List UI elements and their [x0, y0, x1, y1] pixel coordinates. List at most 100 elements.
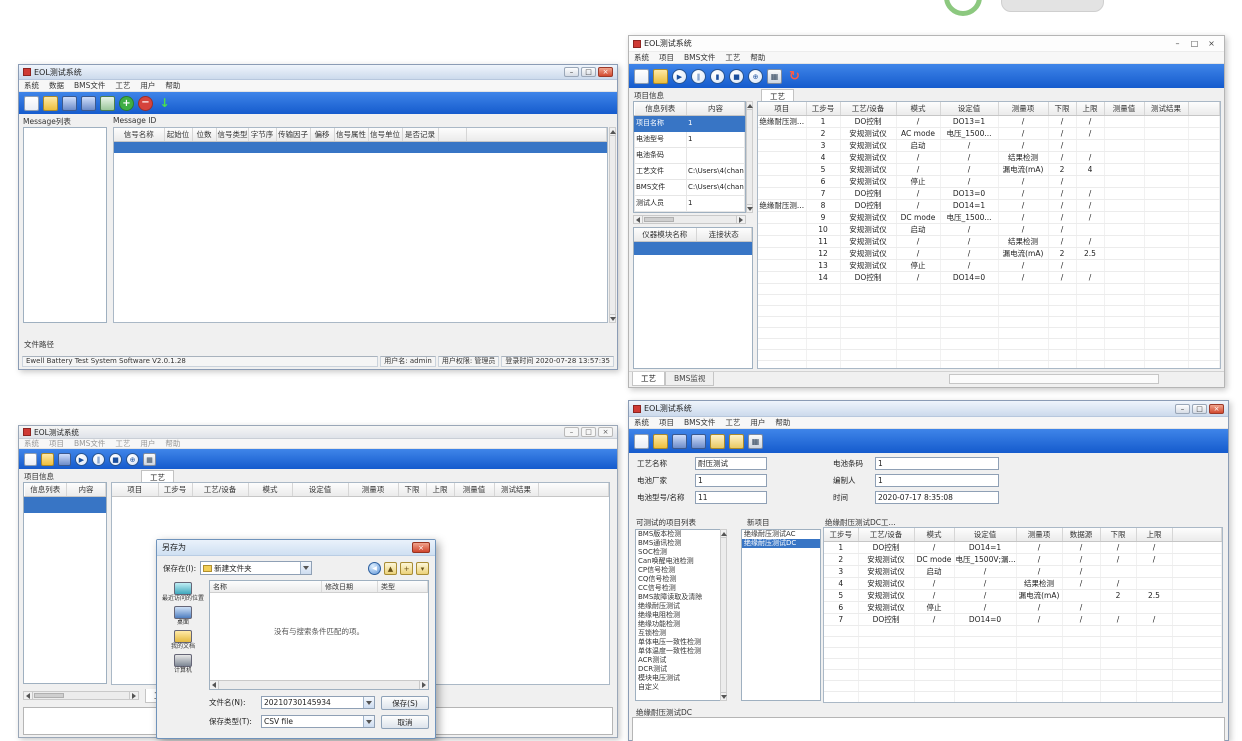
- table-row[interactable]: 5安规测试仪//漏电流(mA)22.5: [824, 589, 1222, 601]
- new-file-icon[interactable]: [634, 69, 649, 84]
- minimize-button[interactable]: –: [564, 67, 579, 77]
- single-step-icon[interactable]: ▮: [710, 69, 725, 84]
- table-row[interactable]: 项目名称1: [635, 115, 745, 131]
- dropdown-arrow-icon[interactable]: [363, 697, 374, 708]
- open-file-icon[interactable]: [653, 69, 668, 84]
- download-icon[interactable]: ↓: [157, 96, 172, 111]
- test-item[interactable]: 单体温度一致性检测: [636, 647, 726, 656]
- table-row[interactable]: 绝缘耐压测...8DO控制/DO14=1///: [758, 199, 1220, 211]
- test-item[interactable]: CP信号检测: [636, 566, 726, 575]
- menu-item[interactable]: 数据: [44, 80, 69, 91]
- titlebar[interactable]: EOL测试系统 – □ ×: [19, 65, 617, 80]
- test-item[interactable]: ACR测试: [636, 656, 726, 665]
- open-file-icon[interactable]: [41, 453, 54, 466]
- table-row[interactable]: 工艺文件C:\Users\4(changjiang)\Desktop...: [635, 163, 745, 179]
- table-row[interactable]: [25, 496, 106, 512]
- author-input[interactable]: 1: [875, 474, 999, 487]
- table-row[interactable]: 3安规测试仪启动///: [758, 139, 1220, 151]
- table-row[interactable]: BMS文件C:\Users\4(changjiang)\Desktop...: [635, 179, 745, 195]
- menu-item[interactable]: BMS文件: [679, 52, 720, 63]
- titlebar[interactable]: EOL测试系统 – □ ×: [629, 36, 1224, 52]
- test-item[interactable]: BMS故障读取及清除: [636, 593, 726, 602]
- battery-maker-input[interactable]: 1: [695, 474, 767, 487]
- up-folder-icon[interactable]: ▲: [384, 562, 397, 575]
- menu-item[interactable]: 系统: [19, 438, 44, 449]
- view-menu-icon[interactable]: ▾: [416, 562, 429, 575]
- table-row[interactable]: 11安规测试仪//结果检测//: [758, 235, 1220, 247]
- test-item[interactable]: SOC检测: [636, 548, 726, 557]
- table-row[interactable]: 9安规测试仪DC mode电压_1500...///: [758, 211, 1220, 223]
- tab-process[interactable]: 工艺: [632, 372, 665, 386]
- file-list[interactable]: 名称 修改日期 类型 没有与搜索条件匹配的项。: [209, 580, 429, 690]
- open-file-icon[interactable]: [653, 434, 668, 449]
- save-button[interactable]: 保存(S): [381, 696, 429, 710]
- add-row-icon[interactable]: +: [119, 96, 134, 111]
- table-row[interactable]: 2安规测试仪AC mode电压_1500...///: [758, 127, 1220, 139]
- close-button[interactable]: ×: [1209, 404, 1224, 414]
- menu-item[interactable]: BMS文件: [69, 80, 110, 91]
- cancel-button[interactable]: 取消: [381, 715, 429, 729]
- menu-item[interactable]: 工艺: [720, 52, 745, 63]
- test-item[interactable]: 绝缘耐压测试: [636, 602, 726, 611]
- file-list-horizontal-scrollbar[interactable]: [210, 680, 428, 689]
- menu-item[interactable]: 帮助: [745, 52, 770, 63]
- pause-test-icon[interactable]: ∥: [691, 69, 706, 84]
- start-test-icon[interactable]: ▶: [672, 69, 687, 84]
- dropdown-arrow-icon[interactable]: [300, 562, 311, 574]
- table-row[interactable]: 2安规测试仪DC mode电压_1500V;漏...////: [824, 553, 1222, 565]
- test-item[interactable]: 自定义: [636, 683, 726, 692]
- table-row[interactable]: 13安规测试仪停止///: [758, 259, 1220, 271]
- titlebar[interactable]: EOL测试系统 – □ ×: [629, 401, 1228, 417]
- table-row[interactable]: 电池条码: [635, 147, 745, 163]
- tab-process-top[interactable]: 工艺: [761, 89, 794, 101]
- place-recent[interactable]: 最近访问的位置: [161, 582, 205, 602]
- save-as-icon[interactable]: [691, 434, 706, 449]
- test-item[interactable]: BMS版本检测: [636, 530, 726, 539]
- battery-barcode-input[interactable]: 1: [875, 457, 999, 470]
- new-file-icon[interactable]: [24, 453, 37, 466]
- menu-item[interactable]: 系统: [629, 52, 654, 63]
- minimize-button[interactable]: –: [1169, 39, 1186, 48]
- column-header[interactable]: 修改日期: [322, 581, 378, 592]
- process-name-input[interactable]: 耐压测试: [695, 457, 767, 470]
- minimize-button[interactable]: –: [564, 427, 579, 437]
- calculator-icon[interactable]: ▦: [143, 453, 156, 466]
- table-row[interactable]: 4安规测试仪//结果检测//: [824, 577, 1222, 589]
- menu-item[interactable]: 工艺: [110, 438, 135, 449]
- table-row[interactable]: 1DO控制/DO14=1////: [824, 541, 1222, 553]
- test-item[interactable]: CQ信号检测: [636, 575, 726, 584]
- stop-test-icon[interactable]: ■: [109, 453, 122, 466]
- minimize-button[interactable]: –: [1175, 404, 1190, 414]
- menu-item[interactable]: 工艺: [720, 417, 745, 428]
- available-tests-scrollbar[interactable]: [720, 529, 727, 701]
- table-row[interactable]: 绝缘耐压测...1DO控制/DO13=1///: [758, 115, 1220, 127]
- save-icon[interactable]: [62, 96, 77, 111]
- close-button[interactable]: ×: [598, 427, 613, 437]
- delete-row-icon[interactable]: −: [138, 96, 153, 111]
- new-file-icon[interactable]: [24, 96, 39, 111]
- table-row[interactable]: [634, 241, 752, 254]
- dropdown-arrow-icon[interactable]: [363, 716, 374, 727]
- table-row[interactable]: 3安规测试仪启动///: [824, 565, 1222, 577]
- table-row[interactable]: 测试人员1: [635, 195, 745, 211]
- save-icon[interactable]: [672, 434, 687, 449]
- test-item[interactable]: 模块电压测试: [636, 674, 726, 683]
- tab-process-top[interactable]: 工艺: [141, 470, 174, 482]
- menu-item[interactable]: 项目: [44, 438, 69, 449]
- test-item[interactable]: CC信号检测: [636, 584, 726, 593]
- place-desktop[interactable]: 桌面: [161, 606, 205, 626]
- reset-icon[interactable]: ↻: [786, 69, 803, 84]
- open-file-icon[interactable]: [43, 96, 58, 111]
- dialog-titlebar[interactable]: 另存为 ×: [157, 540, 435, 556]
- menu-item[interactable]: 工艺: [110, 80, 135, 91]
- test-item[interactable]: 互锁检测: [636, 629, 726, 638]
- column-header[interactable]: 类型: [378, 581, 428, 592]
- table-row[interactable]: 7DO控制/DO14=0////: [824, 613, 1222, 625]
- save-as-icon[interactable]: [81, 96, 96, 111]
- test-item[interactable]: DCR测试: [636, 665, 726, 674]
- new-file-icon[interactable]: [634, 434, 649, 449]
- menu-item[interactable]: 帮助: [160, 80, 185, 91]
- monitor-icon[interactable]: ⊕: [748, 69, 763, 84]
- menu-item[interactable]: 用户: [745, 417, 770, 428]
- file-name-input[interactable]: 20210730145934: [261, 696, 375, 709]
